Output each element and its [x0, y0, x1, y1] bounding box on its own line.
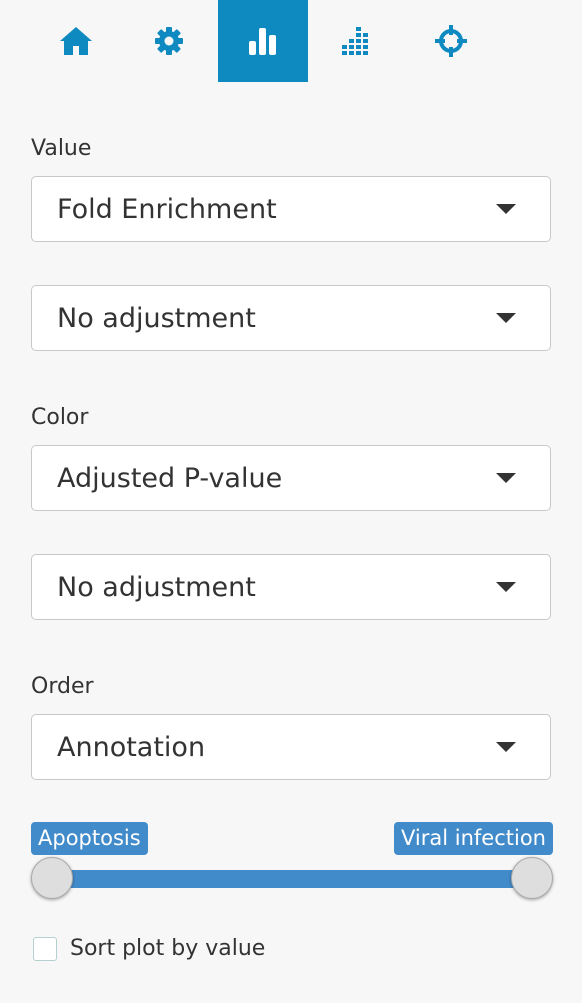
dropdown-caret-icon [496, 742, 516, 752]
tab-stacked-chart[interactable] [311, 0, 401, 82]
value-adjustment-text: No adjustment [57, 303, 256, 334]
tab-bar-chart[interactable] [218, 0, 308, 82]
dropdown-caret-icon [496, 582, 516, 592]
color-adjustment-select[interactable]: No adjustment [31, 554, 551, 620]
slider-handle-to[interactable] [511, 857, 553, 899]
annotation-range-slider[interactable]: Apoptosis Viral infection [31, 822, 553, 902]
color-label: Color [31, 405, 89, 430]
tab-home[interactable] [31, 0, 121, 82]
sort-by-value-checkbox[interactable] [33, 937, 57, 961]
sort-by-value-label: Sort plot by value [70, 936, 266, 961]
dropdown-caret-icon [496, 204, 516, 214]
slider-handle-from[interactable] [31, 857, 73, 899]
tab-target[interactable] [406, 0, 496, 82]
range-from-label: Apoptosis [31, 822, 148, 855]
dropdown-caret-icon [496, 473, 516, 483]
dropdown-caret-icon [496, 313, 516, 323]
value-select[interactable]: Fold Enrichment [31, 176, 551, 242]
range-to-label: Viral infection [394, 822, 553, 855]
slider-selected-range [52, 870, 532, 888]
crosshairs-icon [435, 25, 467, 57]
color-adjustment-text: No adjustment [57, 572, 256, 603]
value-select-text: Fold Enrichment [57, 194, 277, 225]
order-select[interactable]: Annotation [31, 714, 551, 780]
order-select-text: Annotation [57, 732, 206, 763]
order-label: Order [31, 674, 94, 699]
color-select[interactable]: Adjusted P-value [31, 445, 551, 511]
sort-by-value-option[interactable]: Sort plot by value [33, 935, 265, 963]
home-icon [59, 26, 93, 56]
bar-chart-icon [248, 27, 278, 55]
tab-bar [0, 0, 582, 82]
tab-settings[interactable] [124, 0, 214, 82]
stacked-bars-icon [341, 26, 371, 56]
color-select-text: Adjusted P-value [57, 463, 283, 494]
gear-icon [154, 26, 184, 56]
value-adjustment-select[interactable]: No adjustment [31, 285, 551, 351]
value-label: Value [31, 136, 92, 161]
